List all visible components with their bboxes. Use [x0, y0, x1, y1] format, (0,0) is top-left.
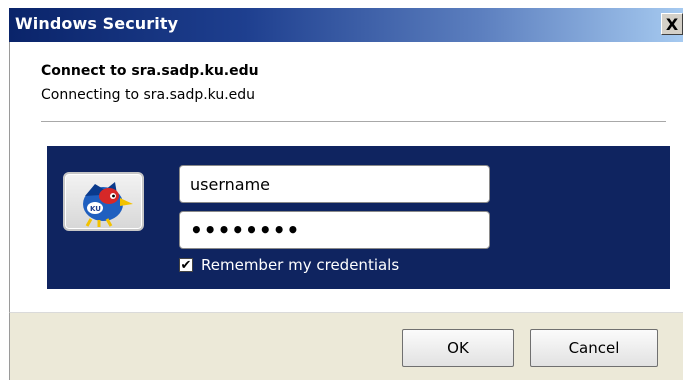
connect-subheading: Connecting to sra.sadp.ku.edu: [41, 87, 256, 103]
cancel-button[interactable]: Cancel: [530, 329, 658, 367]
connect-heading: Connect to sra.sadp.ku.edu: [41, 63, 259, 79]
close-icon: X: [665, 14, 679, 34]
credential-tile: KU username •••••••• ✔ Remember my crede…: [47, 146, 670, 289]
dialog-footer: OK Cancel: [9, 312, 683, 380]
remember-credentials-label: Remember my credentials: [201, 256, 400, 274]
user-avatar[interactable]: KU: [63, 172, 144, 231]
dialog-body: Connect to sra.sadp.ku.edu Connecting to…: [9, 42, 683, 312]
svg-text:KU: KU: [90, 205, 101, 213]
username-input[interactable]: username: [179, 165, 490, 203]
jayhawk-logo-icon: KU: [83, 182, 133, 227]
close-button[interactable]: X: [661, 13, 683, 35]
password-input[interactable]: ••••••••: [179, 211, 490, 249]
checkbox-checked-icon[interactable]: ✔: [179, 258, 193, 272]
window-top-frame: [0, 0, 683, 8]
remember-credentials-checkbox[interactable]: ✔ Remember my credentials: [179, 256, 399, 274]
ok-button[interactable]: OK: [402, 329, 514, 367]
window-title: Windows Security: [15, 14, 179, 33]
divider: [41, 121, 666, 122]
window-title-bar[interactable]: Windows Security X: [9, 8, 683, 42]
